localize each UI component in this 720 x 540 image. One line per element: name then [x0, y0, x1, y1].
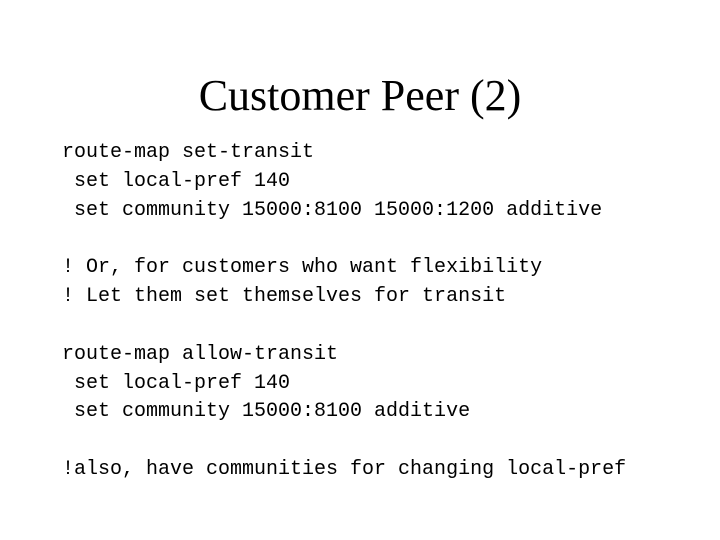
code-line-set-local-pref: set local-pref 140: [62, 170, 291, 193]
code-line-route-map-allow-transit: route-map allow-transit: [62, 343, 339, 366]
code-line-set-community: set community 15000:8100 15000:1200 addi…: [62, 199, 603, 222]
code-line-comment-let-them-set: ! Let them set themselves for transit: [62, 285, 507, 308]
code-line-set-community: set community 15000:8100 additive: [62, 400, 471, 423]
code-line-route-map-set-transit: route-map set-transit: [62, 141, 315, 164]
config-code-block: route-map set-transit set local-pref 140…: [62, 0, 702, 540]
code-line-set-local-pref: set local-pref 140: [62, 372, 291, 395]
code-line-comment-communities-local-pref: !also, have communities for changing loc…: [62, 458, 627, 481]
code-line-comment-flexibility: ! Or, for customers who want flexibility: [62, 256, 543, 279]
